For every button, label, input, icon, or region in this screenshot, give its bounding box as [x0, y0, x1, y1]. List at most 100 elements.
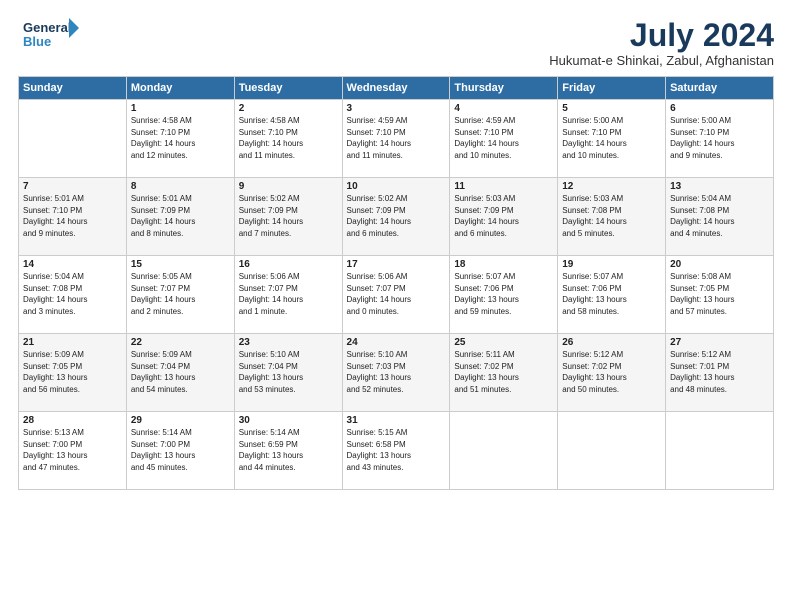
- table-row: 19Sunrise: 5:07 AM Sunset: 7:06 PM Dayli…: [558, 256, 666, 334]
- table-row: [19, 100, 127, 178]
- col-wednesday: Wednesday: [342, 77, 450, 100]
- calendar-week-row: 1Sunrise: 4:58 AM Sunset: 7:10 PM Daylig…: [19, 100, 774, 178]
- table-row: 11Sunrise: 5:03 AM Sunset: 7:09 PM Dayli…: [450, 178, 558, 256]
- day-info: Sunrise: 5:04 AM Sunset: 7:08 PM Dayligh…: [670, 193, 769, 239]
- table-row: 21Sunrise: 5:09 AM Sunset: 7:05 PM Dayli…: [19, 334, 127, 412]
- col-friday: Friday: [558, 77, 666, 100]
- table-row: 17Sunrise: 5:06 AM Sunset: 7:07 PM Dayli…: [342, 256, 450, 334]
- day-info: Sunrise: 4:58 AM Sunset: 7:10 PM Dayligh…: [131, 115, 230, 161]
- col-thursday: Thursday: [450, 77, 558, 100]
- day-number: 20: [670, 259, 769, 270]
- calendar-week-row: 14Sunrise: 5:04 AM Sunset: 7:08 PM Dayli…: [19, 256, 774, 334]
- day-info: Sunrise: 5:00 AM Sunset: 7:10 PM Dayligh…: [670, 115, 769, 161]
- col-tuesday: Tuesday: [234, 77, 342, 100]
- table-row: 12Sunrise: 5:03 AM Sunset: 7:08 PM Dayli…: [558, 178, 666, 256]
- table-row: 4Sunrise: 4:59 AM Sunset: 7:10 PM Daylig…: [450, 100, 558, 178]
- table-row: 25Sunrise: 5:11 AM Sunset: 7:02 PM Dayli…: [450, 334, 558, 412]
- calendar-week-row: 7Sunrise: 5:01 AM Sunset: 7:10 PM Daylig…: [19, 178, 774, 256]
- day-info: Sunrise: 5:02 AM Sunset: 7:09 PM Dayligh…: [239, 193, 338, 239]
- day-info: Sunrise: 5:14 AM Sunset: 6:59 PM Dayligh…: [239, 427, 338, 473]
- day-info: Sunrise: 5:07 AM Sunset: 7:06 PM Dayligh…: [454, 271, 553, 317]
- svg-text:Blue: Blue: [23, 34, 51, 49]
- day-info: Sunrise: 5:09 AM Sunset: 7:04 PM Dayligh…: [131, 349, 230, 395]
- day-number: 28: [23, 415, 122, 426]
- day-number: 15: [131, 259, 230, 270]
- location-subtitle: Hukumat-e Shinkai, Zabul, Afghanistan: [549, 53, 774, 68]
- calendar-table: Sunday Monday Tuesday Wednesday Thursday…: [18, 76, 774, 490]
- table-row: 18Sunrise: 5:07 AM Sunset: 7:06 PM Dayli…: [450, 256, 558, 334]
- day-info: Sunrise: 5:07 AM Sunset: 7:06 PM Dayligh…: [562, 271, 661, 317]
- table-row: 23Sunrise: 5:10 AM Sunset: 7:04 PM Dayli…: [234, 334, 342, 412]
- day-number: 4: [454, 103, 553, 114]
- day-number: 16: [239, 259, 338, 270]
- table-row: 2Sunrise: 4:58 AM Sunset: 7:10 PM Daylig…: [234, 100, 342, 178]
- table-row: [558, 412, 666, 490]
- table-row: 3Sunrise: 4:59 AM Sunset: 7:10 PM Daylig…: [342, 100, 450, 178]
- day-info: Sunrise: 5:01 AM Sunset: 7:09 PM Dayligh…: [131, 193, 230, 239]
- table-row: 10Sunrise: 5:02 AM Sunset: 7:09 PM Dayli…: [342, 178, 450, 256]
- day-number: 2: [239, 103, 338, 114]
- table-row: 14Sunrise: 5:04 AM Sunset: 7:08 PM Dayli…: [19, 256, 127, 334]
- table-row: 26Sunrise: 5:12 AM Sunset: 7:02 PM Dayli…: [558, 334, 666, 412]
- day-info: Sunrise: 4:59 AM Sunset: 7:10 PM Dayligh…: [347, 115, 446, 161]
- day-info: Sunrise: 5:13 AM Sunset: 7:00 PM Dayligh…: [23, 427, 122, 473]
- day-number: 11: [454, 181, 553, 192]
- day-number: 24: [347, 337, 446, 348]
- day-number: 13: [670, 181, 769, 192]
- day-info: Sunrise: 5:04 AM Sunset: 7:08 PM Dayligh…: [23, 271, 122, 317]
- table-row: 31Sunrise: 5:15 AM Sunset: 6:58 PM Dayli…: [342, 412, 450, 490]
- day-info: Sunrise: 4:59 AM Sunset: 7:10 PM Dayligh…: [454, 115, 553, 161]
- col-saturday: Saturday: [666, 77, 774, 100]
- day-number: 12: [562, 181, 661, 192]
- day-number: 5: [562, 103, 661, 114]
- day-number: 21: [23, 337, 122, 348]
- day-number: 22: [131, 337, 230, 348]
- table-row: 5Sunrise: 5:00 AM Sunset: 7:10 PM Daylig…: [558, 100, 666, 178]
- day-info: Sunrise: 5:03 AM Sunset: 7:08 PM Dayligh…: [562, 193, 661, 239]
- table-row: [450, 412, 558, 490]
- day-number: 14: [23, 259, 122, 270]
- day-number: 26: [562, 337, 661, 348]
- table-row: 1Sunrise: 4:58 AM Sunset: 7:10 PM Daylig…: [126, 100, 234, 178]
- month-title: July 2024: [549, 18, 774, 53]
- day-info: Sunrise: 5:01 AM Sunset: 7:10 PM Dayligh…: [23, 193, 122, 239]
- day-number: 27: [670, 337, 769, 348]
- day-info: Sunrise: 5:09 AM Sunset: 7:05 PM Dayligh…: [23, 349, 122, 395]
- logo-icon: GeneralBlue: [18, 18, 88, 53]
- day-info: Sunrise: 5:06 AM Sunset: 7:07 PM Dayligh…: [239, 271, 338, 317]
- day-info: Sunrise: 5:10 AM Sunset: 7:03 PM Dayligh…: [347, 349, 446, 395]
- day-number: 31: [347, 415, 446, 426]
- title-area: July 2024 Hukumat-e Shinkai, Zabul, Afgh…: [549, 18, 774, 68]
- table-row: [666, 412, 774, 490]
- day-info: Sunrise: 5:14 AM Sunset: 7:00 PM Dayligh…: [131, 427, 230, 473]
- day-info: Sunrise: 5:15 AM Sunset: 6:58 PM Dayligh…: [347, 427, 446, 473]
- day-info: Sunrise: 5:12 AM Sunset: 7:02 PM Dayligh…: [562, 349, 661, 395]
- day-info: Sunrise: 5:05 AM Sunset: 7:07 PM Dayligh…: [131, 271, 230, 317]
- day-info: Sunrise: 5:02 AM Sunset: 7:09 PM Dayligh…: [347, 193, 446, 239]
- table-row: 7Sunrise: 5:01 AM Sunset: 7:10 PM Daylig…: [19, 178, 127, 256]
- svg-text:General: General: [23, 20, 71, 35]
- table-row: 24Sunrise: 5:10 AM Sunset: 7:03 PM Dayli…: [342, 334, 450, 412]
- col-sunday: Sunday: [19, 77, 127, 100]
- day-info: Sunrise: 4:58 AM Sunset: 7:10 PM Dayligh…: [239, 115, 338, 161]
- table-row: 22Sunrise: 5:09 AM Sunset: 7:04 PM Dayli…: [126, 334, 234, 412]
- table-row: 16Sunrise: 5:06 AM Sunset: 7:07 PM Dayli…: [234, 256, 342, 334]
- day-number: 8: [131, 181, 230, 192]
- table-row: 20Sunrise: 5:08 AM Sunset: 7:05 PM Dayli…: [666, 256, 774, 334]
- table-row: 13Sunrise: 5:04 AM Sunset: 7:08 PM Dayli…: [666, 178, 774, 256]
- day-number: 19: [562, 259, 661, 270]
- day-info: Sunrise: 5:12 AM Sunset: 7:01 PM Dayligh…: [670, 349, 769, 395]
- table-row: 6Sunrise: 5:00 AM Sunset: 7:10 PM Daylig…: [666, 100, 774, 178]
- day-number: 17: [347, 259, 446, 270]
- day-number: 29: [131, 415, 230, 426]
- table-row: 27Sunrise: 5:12 AM Sunset: 7:01 PM Dayli…: [666, 334, 774, 412]
- day-info: Sunrise: 5:08 AM Sunset: 7:05 PM Dayligh…: [670, 271, 769, 317]
- header: GeneralBlue July 2024 Hukumat-e Shinkai,…: [18, 18, 774, 68]
- day-info: Sunrise: 5:06 AM Sunset: 7:07 PM Dayligh…: [347, 271, 446, 317]
- day-number: 10: [347, 181, 446, 192]
- day-number: 7: [23, 181, 122, 192]
- day-number: 23: [239, 337, 338, 348]
- table-row: 29Sunrise: 5:14 AM Sunset: 7:00 PM Dayli…: [126, 412, 234, 490]
- day-info: Sunrise: 5:00 AM Sunset: 7:10 PM Dayligh…: [562, 115, 661, 161]
- day-number: 9: [239, 181, 338, 192]
